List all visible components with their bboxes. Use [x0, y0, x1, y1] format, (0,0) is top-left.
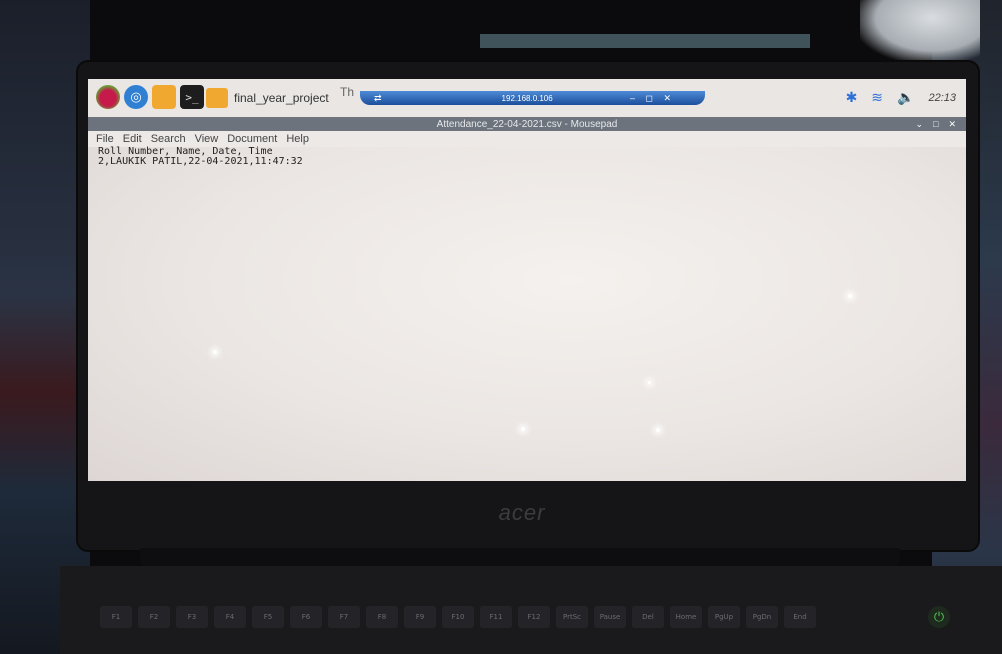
keyboard-key[interactable]: PrtSc: [556, 606, 588, 628]
remote-session-bar[interactable]: ⇄ 192.168.0.106 – ◻ ✕: [360, 91, 705, 105]
raspberry-pi-menu-icon[interactable]: [96, 85, 120, 109]
acer-logo: acer: [498, 500, 546, 525]
menu-search[interactable]: Search: [151, 133, 186, 145]
keyboard-key[interactable]: F8: [366, 606, 398, 628]
menu-bar: File Edit Search View Document Help: [88, 131, 966, 147]
system-tray: ✱ ≋ 🔈 22:13: [846, 89, 956, 106]
pin-icon[interactable]: ⇄: [374, 93, 382, 104]
window-controls: ⌄ □ ✕: [915, 117, 956, 131]
clock[interactable]: 22:13: [928, 92, 956, 104]
window-titlebar[interactable]: Attendance_22-04-2021.csv - Mousepad ⌄ □…: [88, 117, 966, 131]
keyboard-key[interactable]: F6: [290, 606, 322, 628]
menu-view[interactable]: View: [195, 133, 219, 145]
screen-glare: [648, 381, 651, 384]
screen-glare: [848, 294, 852, 298]
background-fan: [860, 0, 980, 60]
task-button-label: final_year_project: [234, 91, 329, 105]
keyboard-key[interactable]: F9: [404, 606, 436, 628]
keyboard-key[interactable]: Home: [670, 606, 702, 628]
keyboard-key[interactable]: F3: [176, 606, 208, 628]
background-room-left: [0, 0, 90, 654]
keyboard-key[interactable]: F7: [328, 606, 360, 628]
keyboard-key[interactable]: F2: [138, 606, 170, 628]
keyboard-key[interactable]: F1: [100, 606, 132, 628]
keyboard-key[interactable]: F11: [480, 606, 512, 628]
remote-address: 192.168.0.106: [501, 93, 553, 103]
volume-icon[interactable]: 🔈: [897, 89, 914, 106]
menu-document[interactable]: Document: [227, 133, 277, 145]
screen-glare: [521, 427, 525, 431]
wifi-icon[interactable]: ≋: [871, 89, 883, 106]
terminal-icon[interactable]: >_: [180, 85, 204, 109]
file-manager-icon[interactable]: [152, 85, 176, 109]
background-monitor: [480, 34, 810, 48]
keyboard-key[interactable]: Del: [632, 606, 664, 628]
taskbar: ◎ >_ final_year_project Th ⇄ 192.168.0.1…: [88, 79, 966, 117]
screen-glare: [213, 350, 217, 354]
web-browser-icon[interactable]: ◎: [124, 85, 148, 109]
text-line: 2,LAUKIK PATIL,22-04-2021,11:47:32: [98, 156, 303, 167]
keyboard-key[interactable]: F12: [518, 606, 550, 628]
task-button-final-year-project[interactable]: final_year_project: [206, 85, 336, 111]
menu-edit[interactable]: Edit: [123, 133, 142, 145]
task-button-label: Th: [340, 85, 355, 99]
maximize-icon[interactable]: □: [933, 119, 938, 129]
menu-file[interactable]: File: [96, 133, 114, 145]
window-title: Attendance_22-04-2021.csv - Mousepad: [436, 118, 618, 130]
laptop-keyboard: F1 F2 F3 F4 F5 F6 F7 F8 F9 F10 F11 F12 PrtSc Pause Del…: [60, 566, 1002, 654]
function-key-row: F1 F2 F3 F4 F5 F6 F7 F8 F9 F10 F11 F12 PrtSc Pause Del…: [100, 606, 816, 628]
menu-help[interactable]: Help: [286, 133, 309, 145]
keyboard-key[interactable]: Pause: [594, 606, 626, 628]
text-editor-area[interactable]: Roll Number, Name, Date, Time 2,LAUKIK P…: [88, 147, 966, 481]
keyboard-key[interactable]: PgDn: [746, 606, 778, 628]
keyboard-key[interactable]: F10: [442, 606, 474, 628]
keyboard-key[interactable]: End: [784, 606, 816, 628]
keyboard-key[interactable]: PgUp: [708, 606, 740, 628]
laptop-hinge: [140, 548, 900, 566]
keyboard-key[interactable]: F4: [214, 606, 246, 628]
minimize-icon[interactable]: ⌄: [915, 119, 923, 130]
laptop-screen: ◎ >_ final_year_project Th ⇄ 192.168.0.1…: [88, 79, 966, 481]
bluetooth-icon[interactable]: ✱: [846, 89, 858, 106]
power-icon[interactable]: ⏻: [928, 606, 950, 628]
remote-window-controls[interactable]: – ◻ ✕: [630, 93, 675, 104]
folder-icon: [206, 88, 228, 108]
keyboard-key[interactable]: F5: [252, 606, 284, 628]
screen-glare: [656, 428, 660, 432]
close-icon[interactable]: ✕: [948, 119, 956, 130]
